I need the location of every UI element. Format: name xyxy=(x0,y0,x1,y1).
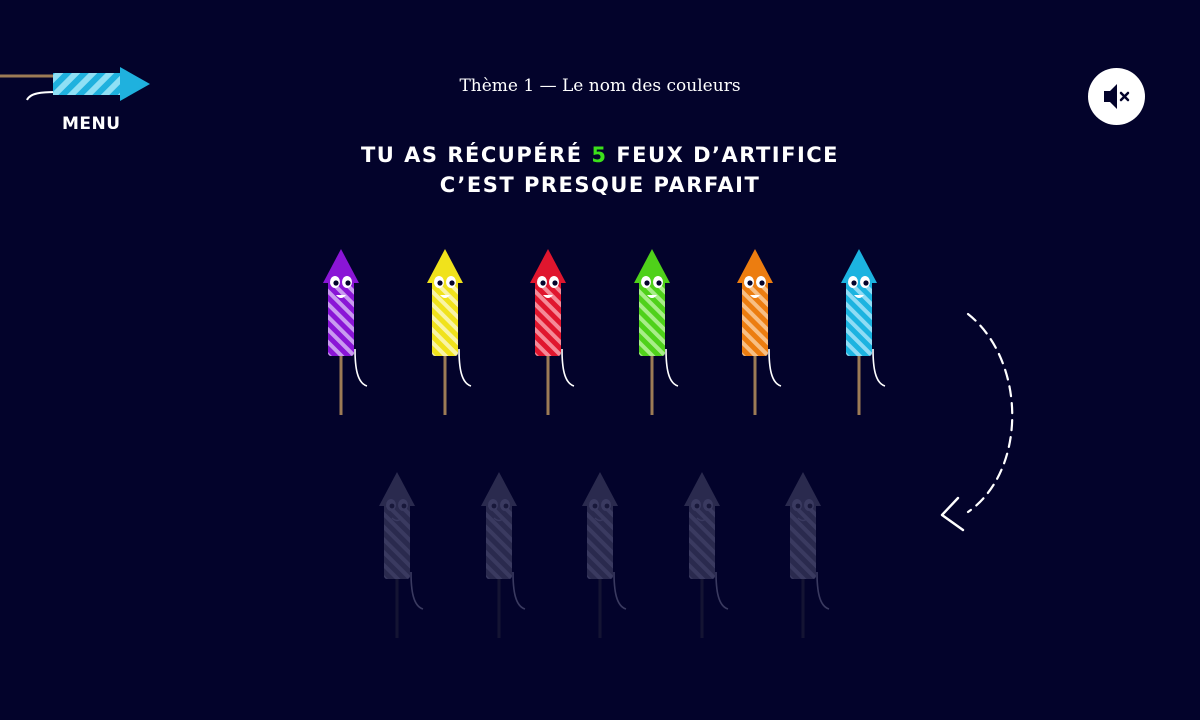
theme-title: Thème 1 — Le nom des couleurs xyxy=(459,76,741,96)
speaker-muted-icon xyxy=(1104,84,1130,109)
dashed-curved-arrow-icon[interactable] xyxy=(930,300,1030,540)
result-line-1: TU AS RÉCUPÉRÉ 5 FEUX D’ARTIFICE xyxy=(0,140,1200,170)
menu-label: MENU xyxy=(62,114,121,134)
game-stage: MENU Thème 1 — Le nom des couleurs TU AS… xyxy=(0,0,1200,720)
empty-rocket-slot xyxy=(785,472,830,638)
menu-button[interactable]: MENU xyxy=(0,60,160,140)
rocket-count: 5 xyxy=(591,143,608,167)
result-prefix: TU AS RÉCUPÉRÉ xyxy=(360,143,583,167)
result-message: TU AS RÉCUPÉRÉ 5 FEUX D’ARTIFICE C’EST P… xyxy=(0,140,1200,200)
empty-rocket-slot xyxy=(480,472,525,638)
result-line-2: C’EST PRESQUE PARFAIT xyxy=(439,173,761,197)
rocket-red xyxy=(530,249,575,415)
rocket-orange xyxy=(737,249,782,415)
empty-rocket-slot xyxy=(582,472,627,638)
rocket-green xyxy=(633,249,678,415)
rocket-blue xyxy=(840,249,885,415)
empty-rocket-slot xyxy=(379,472,424,638)
sound-toggle-button[interactable] xyxy=(1088,68,1145,125)
result-suffix: FEUX D’ARTIFICE xyxy=(616,143,840,167)
empty-rocket-slot xyxy=(683,472,728,638)
rocket-purple xyxy=(323,249,368,415)
rocket-yellow xyxy=(426,249,471,415)
